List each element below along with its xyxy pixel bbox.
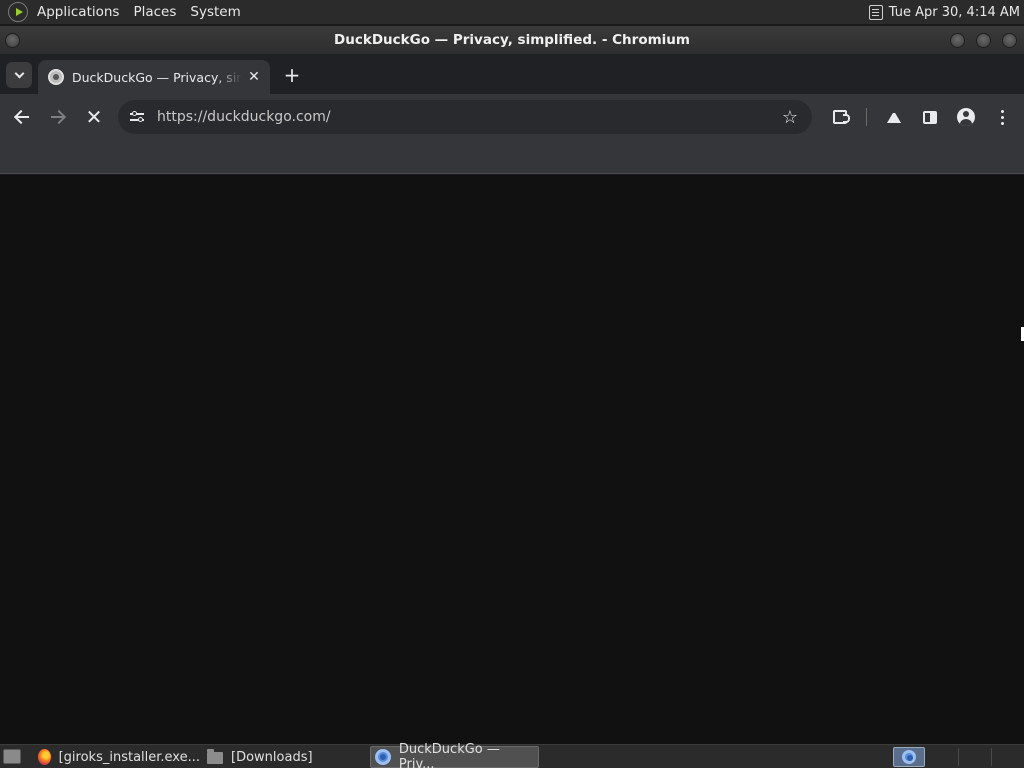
star-icon: ☆ [781, 106, 799, 128]
bookmark-bar [0, 140, 1024, 174]
bottom-taskbar: [giroks_installer.exe... [Downloads] Duc… [0, 742, 1024, 768]
maximize-button[interactable] [976, 33, 991, 48]
taskbar-item-label: [Downloads] [231, 749, 313, 765]
new-tab-button[interactable]: + [281, 64, 303, 86]
workspace-divider [991, 748, 992, 766]
taskbar-item-firefox[interactable]: [giroks_installer.exe... [34, 746, 200, 768]
window-title: DuckDuckGo — Privacy, simplified. - Chro… [334, 32, 690, 48]
side-panel-button[interactable] [916, 103, 944, 131]
clipboard-icon[interactable] [868, 4, 883, 20]
firefox-icon [38, 749, 51, 765]
panel-menu-bar: Applications Places System [0, 0, 248, 24]
site-info-button[interactable] [127, 107, 147, 127]
workspace-divider [958, 748, 959, 766]
places-menu[interactable]: Places [126, 0, 183, 24]
extensions-button[interactable] [826, 103, 854, 131]
arrow-right-icon [51, 116, 65, 118]
flask-icon [887, 109, 901, 123]
window-menu-button[interactable] [5, 33, 20, 48]
close-tab-button[interactable]: ✕ [246, 69, 262, 85]
window-title-bar[interactable]: DuckDuckGo — Privacy, simplified. - Chro… [0, 26, 1024, 54]
top-panel: Applications Places System Tue Apr 30, 4… [0, 0, 1024, 24]
labs-button[interactable] [880, 103, 908, 131]
stop-loading-button[interactable]: ✕ [80, 103, 108, 131]
forward-button[interactable] [44, 103, 72, 131]
url-text[interactable]: https://duckduckgo.com/ [157, 109, 776, 125]
duckduckgo-icon [48, 69, 64, 85]
distro-logo-icon[interactable] [8, 2, 28, 22]
profile-icon [957, 108, 975, 126]
taskbar-item-label: DuckDuckGo — Priv... [398, 742, 500, 768]
tab-title: DuckDuckGo — Privacy, simplified. [72, 69, 242, 85]
browser-tab-active[interactable]: DuckDuckGo — Privacy, simplified. ✕ [38, 60, 270, 94]
minimize-button[interactable] [950, 33, 965, 48]
tab-strip: DuckDuckGo — Privacy, simplified. ✕ + [0, 54, 1024, 94]
taskbar-item-chromium[interactable]: DuckDuckGo — Priv... [370, 742, 539, 768]
chevron-down-icon [14, 68, 24, 79]
profile-button[interactable] [952, 103, 980, 131]
page-content[interactable] [0, 175, 1024, 744]
arrow-left-icon [15, 116, 29, 118]
panel-tray: Tue Apr 30, 4:14 AM [868, 0, 1020, 24]
taskbar-item-label: [giroks_installer.exe... [58, 749, 200, 765]
close-icon: ✕ [85, 105, 103, 129]
tune-icon [130, 111, 144, 123]
menu-button[interactable] [988, 103, 1016, 131]
side-panel-icon [923, 110, 937, 124]
address-bar[interactable]: https://duckduckgo.com/ ☆ [118, 100, 812, 134]
tab-search-button[interactable] [6, 62, 32, 88]
workspace-chromium[interactable] [893, 747, 925, 767]
toolbar-divider [866, 108, 867, 126]
puzzle-icon [833, 110, 850, 124]
kebab-menu-icon [1000, 109, 1004, 125]
folder-icon [207, 749, 223, 764]
bookmark-star-button[interactable]: ☆ [776, 103, 804, 131]
taskbar-item-downloads[interactable]: [Downloads] [203, 746, 367, 768]
show-desktop-button[interactable] [3, 749, 21, 764]
back-button[interactable] [8, 103, 36, 131]
system-menu[interactable]: System [183, 0, 247, 24]
applications-menu[interactable]: Applications [30, 0, 126, 24]
chromium-icon [902, 750, 916, 764]
close-window-button[interactable] [1002, 33, 1017, 48]
chromium-icon [375, 749, 391, 765]
panel-clock[interactable]: Tue Apr 30, 4:14 AM [889, 5, 1020, 20]
